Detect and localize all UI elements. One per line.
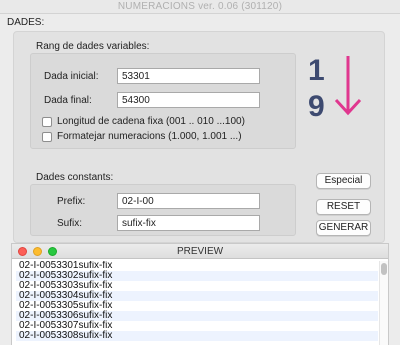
- fixed-length-row[interactable]: Longitud de cadena fixa (001 .. 010 ...1…: [42, 116, 245, 127]
- logo-bottom-digit: 9: [308, 90, 325, 122]
- format-row[interactable]: Formatejar numeracions (1.000, 1.001 ...…: [42, 131, 242, 142]
- logo-top-digit: 1: [308, 54, 325, 87]
- constants-group-label: Dades constants:: [36, 172, 114, 183]
- format-label: Formatejar numeracions (1.000, 1.001 ...…: [57, 131, 242, 142]
- preview-scrollbar[interactable]: [379, 261, 388, 345]
- initial-value-label: Dada inicial:: [44, 71, 99, 82]
- suffix-input[interactable]: [117, 215, 260, 231]
- variables-group-label: Rang de dades variables:: [36, 41, 150, 52]
- preview-title: PREVIEW: [176, 246, 224, 257]
- preview-list[interactable]: 02-I-0053301sufix-fix 02-I-0053302sufix-…: [16, 261, 378, 345]
- list-item[interactable]: 02-I-0053308sufix-fix: [16, 331, 378, 341]
- numeracions-logo-icon: 1 9: [308, 54, 362, 122]
- prefix-input[interactable]: [117, 193, 260, 209]
- suffix-label: Sufix:: [57, 218, 83, 229]
- format-checkbox[interactable]: [42, 131, 52, 142]
- title-bar: NUMERACIONS ver. 0.06 (301120): [0, 0, 400, 14]
- preview-window: PREVIEW 02-I-0053301sufix-fix 02-I-00533…: [11, 243, 389, 345]
- generar-button[interactable]: GENERAR: [316, 220, 371, 236]
- constants-group: Prefix: Sufix:: [30, 184, 296, 236]
- main-window: NUMERACIONS ver. 0.06 (301120) DADES: Ra…: [0, 0, 400, 345]
- preview-title-bar: PREVIEW: [12, 244, 388, 259]
- preview-scroll-thumb[interactable]: [381, 263, 387, 275]
- dades-label: DADES:: [7, 17, 45, 28]
- window-title: NUMERACIONS ver. 0.06 (301120): [117, 1, 283, 12]
- final-value-label: Dada final:: [44, 95, 92, 106]
- fixed-length-checkbox[interactable]: [42, 116, 52, 127]
- fixed-length-label: Longitud de cadena fixa (001 .. 010 ...1…: [57, 116, 245, 127]
- variables-group: Dada inicial: Dada final: Longitud de ca…: [30, 53, 296, 149]
- final-value-input[interactable]: [117, 92, 260, 108]
- prefix-label: Prefix:: [57, 196, 86, 207]
- reset-button[interactable]: RESET: [316, 199, 371, 215]
- initial-value-input[interactable]: [117, 68, 260, 84]
- especial-button[interactable]: Especial: [316, 173, 371, 189]
